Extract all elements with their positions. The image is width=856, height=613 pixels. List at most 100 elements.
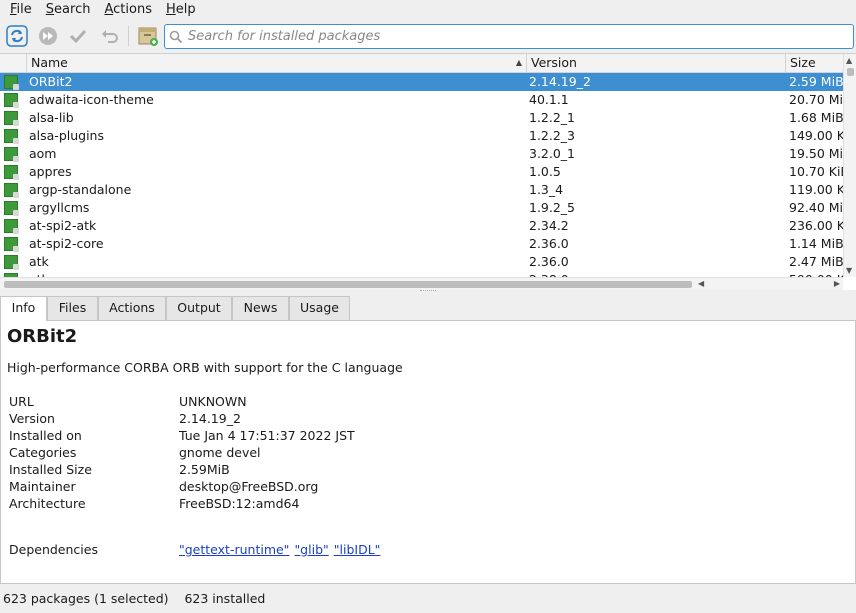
package-list: ORBit2 2.14.19_2 2.59 MiB adwaita-icon-them… — [0, 73, 843, 277]
apply-icon — [39, 27, 57, 45]
package-icon — [4, 75, 19, 90]
info-value-maintainer: desktop@FreeBSD.org — [179, 479, 319, 494]
package-version-cell: 1.9.2_5 — [529, 200, 576, 215]
dependency-link-gettext-runtime[interactable]: "gettext-runtime" — [179, 542, 289, 557]
table-row[interactable]: atk 2.36.0 2.47 MiB — [0, 253, 843, 271]
info-value-url: UNKNOWN — [179, 394, 247, 409]
menu-file[interactable]: File — [3, 0, 39, 20]
dependency-link-glib[interactable]: "glib" — [294, 542, 328, 557]
package-version-cell: 3.2.0_1 — [529, 146, 576, 161]
table-row[interactable]: adwaita-icon-theme 40.1.1 20.70 MiB — [0, 91, 843, 109]
package-version-cell: 2.36.0 — [529, 236, 569, 251]
package-version-cell: 1.2.2_3 — [529, 128, 576, 143]
refresh-button[interactable] — [5, 24, 29, 48]
menu-search[interactable]: Search — [39, 0, 98, 20]
package-icon — [4, 147, 19, 162]
table-row[interactable]: argyllcms 1.9.2_5 92.40 MiB — [0, 199, 843, 217]
info-label-dependencies: Dependencies — [9, 542, 98, 557]
status-package-count: 623 packages (1 selected) — [3, 591, 169, 606]
undo-icon — [102, 30, 118, 43]
package-name-cell: appres — [29, 164, 72, 179]
tab-usage[interactable]: Usage — [289, 296, 350, 320]
tab-news[interactable]: News — [232, 296, 289, 320]
table-row[interactable]: appres 1.0.5 10.70 KiB — [0, 163, 843, 181]
package-version-cell: 2.14.19_2 — [529, 74, 591, 89]
pane-splitter[interactable] — [420, 290, 436, 294]
table-row[interactable]: at-spi2-atk 2.34.2 236.00 KiB — [0, 217, 843, 235]
menu-actions[interactable]: Actions — [97, 0, 159, 20]
column-header-size[interactable]: Size — [785, 54, 843, 73]
vertical-scroll-thumb[interactable] — [847, 68, 854, 76]
horizontal-scroll-thumb[interactable] — [4, 281, 692, 288]
refresh-icon — [6, 25, 28, 47]
check-icon — [69, 29, 87, 44]
tab-info[interactable]: Info — [0, 296, 47, 321]
scroll-down-icon[interactable]: ▼ — [846, 266, 852, 275]
table-row[interactable]: alsa-plugins 1.2.2_3 149.00 KiB — [0, 127, 843, 145]
horizontal-scrollbar[interactable]: ◀ ▶ — [0, 277, 843, 290]
package-name-cell: aom — [29, 146, 57, 161]
package-description: High-performance CORBA ORB with support … — [7, 360, 403, 375]
package-version-cell: 2.34.2 — [529, 218, 569, 233]
search-input[interactable] — [188, 29, 788, 44]
status-installed-count: 623 installed — [184, 591, 266, 606]
menubar: File Search Actions Help — [0, 0, 856, 20]
scroll-up-icon[interactable]: ▲ — [846, 56, 852, 65]
package-install-icon — [138, 27, 158, 46]
package-size-cell: 149.00 KiB — [789, 128, 843, 143]
scroll-left-icon[interactable]: ◀ — [698, 279, 704, 288]
column-header-name-label: Name — [31, 55, 68, 70]
info-label-installed-size: Installed Size — [9, 462, 92, 477]
info-value-architecture: FreeBSD:12:amd64 — [179, 496, 300, 511]
scroll-right-icon[interactable]: ▶ — [834, 279, 840, 288]
package-size-cell: 10.70 KiB — [789, 164, 843, 179]
package-version-cell: 2.36.0 — [529, 254, 569, 269]
info-label-url: URL — [9, 394, 34, 409]
column-header-version[interactable]: Version — [526, 54, 785, 73]
package-icon — [4, 111, 19, 126]
sort-ascending-icon: ▲ — [515, 58, 522, 67]
table-row[interactable]: alsa-lib 1.2.2_1 1.68 MiB — [0, 109, 843, 127]
table-row[interactable]: at-spi2-core 2.36.0 1.14 MiB — [0, 235, 843, 253]
search-field[interactable] — [164, 24, 854, 49]
vertical-scrollbar[interactable]: ▲ ▼ — [843, 54, 856, 277]
check-button[interactable] — [66, 24, 90, 48]
package-size-cell: 92.40 MiB — [789, 200, 843, 215]
package-name-cell: at-spi2-core — [29, 236, 104, 251]
icon-column-header[interactable] — [0, 54, 26, 73]
package-size-cell: 1.68 MiB — [789, 110, 843, 125]
package-name-cell: argyllcms — [29, 200, 90, 215]
info-value-installed-size: 2.59MiB — [179, 462, 230, 477]
info-value-version: 2.14.19_2 — [179, 411, 241, 426]
info-panel: ORBit2 High-performance CORBA ORB with s… — [0, 320, 856, 584]
tab-files[interactable]: Files — [47, 296, 98, 320]
detail-tabs: Info Files Actions Output News Usage — [0, 296, 856, 321]
package-version-cell: 1.2.2_1 — [529, 110, 576, 125]
table-row[interactable]: argp-standalone 1.3_4 119.00 KiB — [0, 181, 843, 199]
package-name-cell: ORBit2 — [29, 74, 73, 89]
toolbar-separator — [128, 26, 129, 46]
package-size-cell: 2.59 MiB — [789, 74, 843, 89]
package-size-cell: 20.70 MiB — [789, 92, 843, 107]
column-header-name[interactable]: Name ▲ — [26, 54, 526, 73]
package-version-cell: 1.3_4 — [529, 182, 564, 197]
info-label-installed-on: Installed on — [9, 428, 82, 443]
menu-help[interactable]: Help — [159, 0, 203, 20]
info-value-installed-on: Tue Jan 4 17:51:37 2022 JST — [179, 428, 355, 443]
package-table: Name ▲ Version Size ORBit2 2.14.19_2 2.59 … — [0, 53, 856, 290]
package-icon — [4, 93, 19, 108]
table-row[interactable]: ORBit2 2.14.19_2 2.59 MiB — [0, 73, 843, 91]
undo-button[interactable] — [97, 24, 121, 48]
dependency-link-libidl[interactable]: "libIDL" — [334, 542, 381, 557]
search-icon — [165, 30, 187, 44]
tab-actions[interactable]: Actions — [98, 296, 166, 320]
table-row[interactable]: aom 3.2.0_1 19.50 MiB — [0, 145, 843, 163]
install-package-button[interactable] — [136, 24, 160, 48]
info-label-architecture: Architecture — [9, 496, 86, 511]
tab-output[interactable]: Output — [166, 296, 232, 320]
info-label-categories: Categories — [9, 445, 77, 460]
apply-button[interactable] — [36, 24, 60, 48]
package-name-cell: alsa-lib — [29, 110, 74, 125]
package-name-cell: atk — [29, 254, 49, 269]
package-size-cell: 1.14 MiB — [789, 236, 843, 251]
